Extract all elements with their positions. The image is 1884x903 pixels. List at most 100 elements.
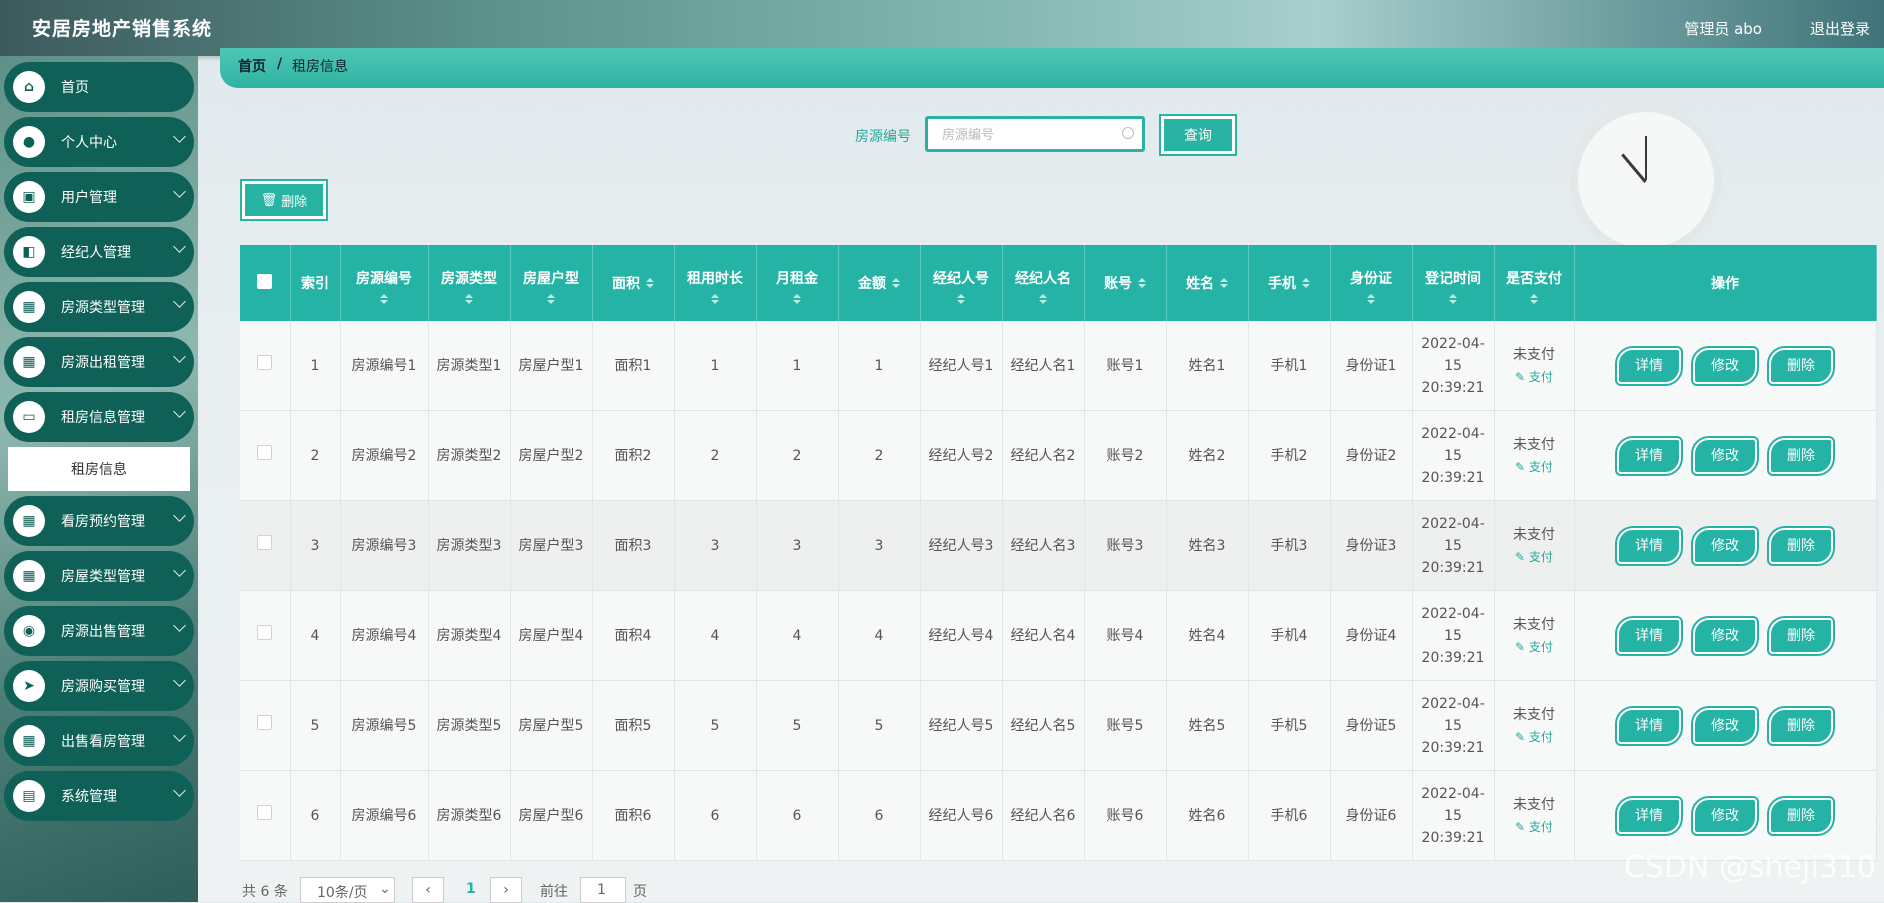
column-header[interactable]: 姓名 bbox=[1166, 245, 1249, 321]
sort-icon[interactable] bbox=[1138, 278, 1146, 288]
detail-button[interactable]: 详情 bbox=[1615, 345, 1683, 386]
sort-icon[interactable] bbox=[646, 278, 654, 288]
column-header-label: 房源编号 bbox=[356, 271, 412, 287]
sidebar-subitem-rental-info[interactable]: 租房信息 bbox=[8, 447, 190, 491]
sidebar-item-0[interactable]: ⌂ 首页 bbox=[4, 62, 194, 112]
edit-icon: ✎ bbox=[1515, 369, 1529, 384]
column-header[interactable]: 房源编号 bbox=[340, 245, 429, 321]
sort-icon[interactable] bbox=[793, 294, 801, 304]
sidebar-item-10[interactable]: ➤ 房源购买管理 bbox=[4, 661, 194, 711]
sidebar-item-6[interactable]: ▭ 租房信息管理 bbox=[4, 392, 194, 442]
delete-button[interactable]: 删除 bbox=[1767, 705, 1835, 746]
edit-button[interactable]: 修改 bbox=[1691, 615, 1759, 656]
sort-icon[interactable] bbox=[1367, 294, 1375, 304]
logout-link[interactable]: 退出登录 bbox=[1810, 18, 1870, 39]
column-header[interactable]: 房源类型 bbox=[428, 245, 511, 321]
pay-link[interactable]: ✎ 支付 bbox=[1497, 726, 1572, 748]
delete-button[interactable]: 删除 bbox=[1767, 525, 1835, 566]
sort-icon[interactable] bbox=[465, 294, 473, 304]
sidebar-item-7[interactable]: ▦ 看房预约管理 bbox=[4, 496, 194, 546]
column-header[interactable]: 是否支付 bbox=[1494, 245, 1575, 321]
app-title: 安居房地产销售系统 bbox=[32, 18, 213, 40]
delete-button[interactable]: 删除 bbox=[1767, 795, 1835, 836]
detail-button[interactable]: 详情 bbox=[1615, 705, 1683, 746]
edit-button[interactable]: 修改 bbox=[1691, 795, 1759, 836]
edit-button[interactable]: 修改 bbox=[1691, 705, 1759, 746]
actions-cell: 详情 修改 删除 bbox=[1574, 410, 1877, 501]
row-checkbox[interactable] bbox=[257, 804, 273, 820]
row-checkbox[interactable] bbox=[257, 624, 273, 640]
table-cell: 面积6 bbox=[592, 770, 675, 861]
column-header[interactable]: 金额 bbox=[838, 245, 921, 321]
current-page[interactable]: 1 bbox=[466, 881, 476, 897]
chevron-down-icon bbox=[173, 350, 186, 363]
column-header[interactable]: 月租金 bbox=[756, 245, 839, 321]
select-all-checkbox[interactable] bbox=[257, 273, 273, 289]
pay-link[interactable]: ✎ 支付 bbox=[1497, 366, 1572, 388]
query-button[interactable]: 查询 bbox=[1159, 114, 1237, 156]
detail-button[interactable]: 详情 bbox=[1615, 435, 1683, 476]
sort-icon[interactable] bbox=[711, 294, 719, 304]
edit-button[interactable]: 修改 bbox=[1691, 345, 1759, 386]
detail-button[interactable]: 详情 bbox=[1615, 525, 1683, 566]
delete-button[interactable]: 删除 bbox=[1767, 345, 1835, 386]
sort-icon[interactable] bbox=[1530, 294, 1538, 304]
column-header[interactable]: 房屋户型 bbox=[510, 245, 593, 321]
sidebar-item-5[interactable]: ▦ 房源出租管理 bbox=[4, 337, 194, 387]
sidebar-item-1[interactable]: ● 个人中心 bbox=[4, 117, 194, 167]
table-cell: 经纪人名6 bbox=[1002, 770, 1085, 861]
search-field[interactable] bbox=[925, 116, 1145, 152]
sidebar-item-2[interactable]: ▣ 用户管理 bbox=[4, 172, 194, 222]
sidebar-item-3[interactable]: ◧ 经纪人管理 bbox=[4, 227, 194, 277]
actions-cell: 详情 修改 删除 bbox=[1574, 500, 1877, 591]
column-header[interactable]: 经纪人名 bbox=[1002, 245, 1085, 321]
delete-button[interactable]: 删除 bbox=[1767, 615, 1835, 656]
table-cell: 房源类型3 bbox=[428, 500, 511, 591]
sidebar-item-12[interactable]: ▤ 系统管理 bbox=[4, 771, 194, 821]
row-checkbox[interactable] bbox=[257, 354, 273, 370]
sidebar-item-label: 房源购买管理 bbox=[61, 679, 145, 695]
sort-icon[interactable] bbox=[1039, 294, 1047, 304]
pay-link[interactable]: ✎ 支付 bbox=[1497, 546, 1572, 568]
edit-button[interactable]: 修改 bbox=[1691, 435, 1759, 476]
sidebar-item-9[interactable]: ◉ 房源出售管理 bbox=[4, 606, 194, 656]
sidebar-item-4[interactable]: ▦ 房源类型管理 bbox=[4, 282, 194, 332]
pay-link[interactable]: ✎ 支付 bbox=[1497, 816, 1572, 838]
row-checkbox[interactable] bbox=[257, 534, 273, 550]
column-header[interactable]: 面积 bbox=[592, 245, 675, 321]
row-checkbox[interactable] bbox=[257, 444, 273, 460]
search-input[interactable] bbox=[928, 119, 1119, 151]
column-header[interactable]: 租用时长 bbox=[674, 245, 757, 321]
batch-delete-button[interactable]: 🗑 删除 bbox=[240, 179, 328, 221]
clock-decoration bbox=[1578, 112, 1714, 248]
page-size-select[interactable]: 10条/页 ⌄ bbox=[300, 877, 395, 903]
column-header[interactable]: 身份证 bbox=[1330, 245, 1413, 321]
detail-button[interactable]: 详情 bbox=[1615, 615, 1683, 656]
breadcrumb-home[interactable]: 首页 bbox=[238, 56, 266, 76]
column-header[interactable]: 账号 bbox=[1084, 245, 1167, 321]
column-header[interactable]: 经纪人号 bbox=[920, 245, 1003, 321]
sort-icon[interactable] bbox=[1449, 294, 1457, 304]
sort-icon[interactable] bbox=[957, 294, 965, 304]
row-checkbox[interactable] bbox=[257, 714, 273, 730]
delete-button[interactable]: 删除 bbox=[1767, 435, 1835, 476]
sidebar-item-11[interactable]: ▦ 出售看房管理 bbox=[4, 716, 194, 766]
column-header[interactable]: 手机 bbox=[1248, 245, 1331, 321]
pay-link[interactable]: ✎ 支付 bbox=[1497, 636, 1572, 658]
batch-delete-label: 删除 bbox=[281, 194, 308, 210]
pay-link[interactable]: ✎ 支付 bbox=[1497, 456, 1572, 478]
sort-icon[interactable] bbox=[1220, 278, 1228, 288]
prev-page-button[interactable]: ‹ bbox=[412, 877, 444, 903]
sort-icon[interactable] bbox=[1302, 278, 1310, 288]
sort-icon[interactable] bbox=[892, 278, 900, 288]
chevron-down-icon: ⌄ bbox=[379, 881, 391, 897]
sort-icon[interactable] bbox=[380, 294, 388, 304]
column-header[interactable]: 登记时间 bbox=[1412, 245, 1495, 321]
next-page-button[interactable]: › bbox=[490, 877, 522, 903]
goto-page-input[interactable]: 1 bbox=[580, 877, 626, 903]
sort-icon[interactable] bbox=[547, 294, 555, 304]
detail-button[interactable]: 详情 bbox=[1615, 795, 1683, 836]
payment-status-cell: 未支付 ✎ 支付 bbox=[1494, 500, 1575, 591]
edit-button[interactable]: 修改 bbox=[1691, 525, 1759, 566]
sidebar-item-8[interactable]: ▦ 房屋类型管理 bbox=[4, 551, 194, 601]
